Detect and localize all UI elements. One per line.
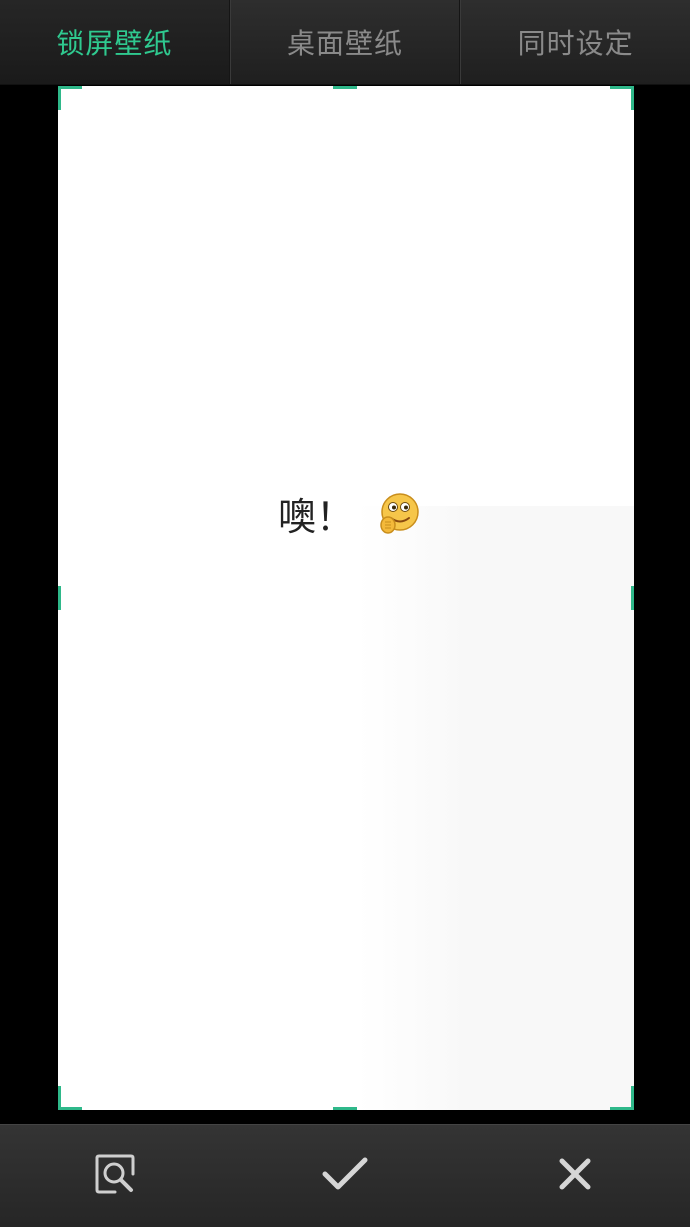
bottom-toolbar — [0, 1124, 690, 1227]
crop-handle-bottom-left-v[interactable] — [58, 1086, 61, 1110]
preview-button[interactable] — [0, 1125, 230, 1227]
tab-set-both[interactable]: 同时设定 — [460, 0, 690, 84]
crop-handle-top[interactable] — [333, 86, 357, 89]
crop-handle-top-left-h[interactable] — [58, 86, 82, 89]
cancel-button[interactable] — [460, 1125, 690, 1227]
image-shade — [358, 506, 634, 1110]
tab-lock-screen-wallpaper[interactable]: 锁屏壁纸 — [0, 0, 230, 84]
close-icon — [557, 1156, 593, 1196]
tab-home-screen-wallpaper[interactable]: 桌面壁纸 — [229, 0, 461, 84]
crop-handle-bottom-right-v[interactable] — [631, 1086, 634, 1110]
crop-handle-top-left-v[interactable] — [58, 86, 61, 110]
tab-label: 同时设定 — [517, 27, 634, 60]
caption-text: 噢！ — [278, 495, 355, 539]
crop-handle-top-right-v[interactable] — [631, 86, 634, 110]
wallpaper-tab-bar: 锁屏壁纸 桌面壁纸 同时设定 — [0, 0, 690, 85]
preview-icon — [93, 1152, 137, 1200]
confirm-button[interactable] — [230, 1125, 460, 1227]
crop-handle-bottom[interactable] — [333, 1107, 357, 1110]
thinking-face-icon — [376, 492, 420, 536]
crop-handle-bottom-left-h[interactable] — [58, 1107, 82, 1110]
image-caption: 噢！ — [278, 486, 420, 541]
tab-label: 桌面壁纸 — [287, 27, 404, 60]
crop-handle-left[interactable] — [58, 586, 61, 610]
tab-label: 锁屏壁纸 — [56, 27, 173, 60]
crop-handle-right[interactable] — [631, 586, 634, 610]
wallpaper-preview[interactable]: 噢！ — [58, 86, 634, 1110]
checkmark-icon — [321, 1154, 369, 1198]
